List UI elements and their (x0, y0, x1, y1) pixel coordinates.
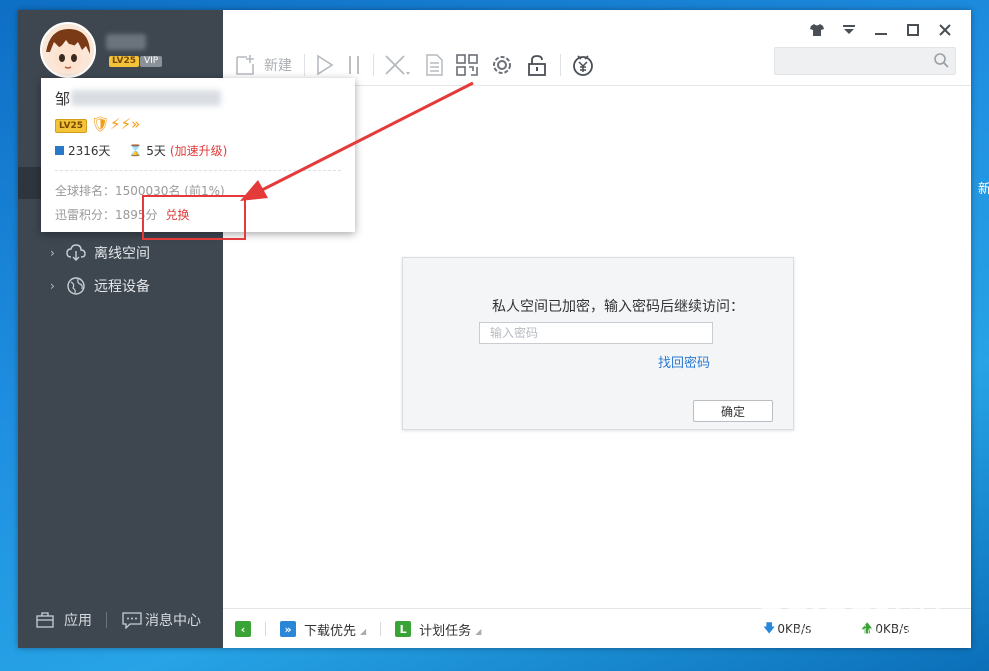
remaining-days: 5天 (146, 144, 166, 158)
download-priority-button[interactable]: » 下载优先 ◢ (280, 620, 366, 639)
lock-icon (528, 55, 546, 76)
maximize-button[interactable] (897, 20, 929, 40)
private-space-lock-button[interactable] (526, 54, 548, 76)
search-icon[interactable] (933, 52, 949, 68)
close-icon (939, 24, 951, 36)
chevron-right-icon: › (50, 246, 55, 260)
minimize-button[interactable] (865, 20, 897, 40)
hourglass-icon: ⌛ (128, 144, 143, 157)
file-properties-button[interactable] (424, 54, 444, 76)
menu-dropdown-icon (843, 25, 855, 34)
sidebar-item-remote-devices[interactable]: › 远程设备 (50, 274, 150, 298)
dropdown-triangle-icon: ◢ (475, 626, 482, 636)
message-center-button[interactable]: 消息中心 (121, 610, 201, 630)
scheduled-tasks-button[interactable]: L 计划任务 ◢ (395, 620, 481, 639)
level-badge: LV25 (109, 56, 139, 67)
thunder-window: LV25 VIP › 离线空间 › 远程设备 应用 消息中心 邹 LV25 🛡⚡… (18, 10, 971, 648)
apps-box-icon (36, 612, 54, 628)
delete-button[interactable] (384, 54, 412, 76)
start-button[interactable] (315, 54, 335, 76)
password-input[interactable] (479, 322, 713, 344)
chat-bubble-icon (122, 612, 142, 629)
baidu-watermark: Baidu经验 (758, 579, 946, 620)
member-days: 2316天 (68, 144, 111, 158)
minimize-icon (875, 33, 887, 35)
annotation-highlight-box (142, 195, 246, 240)
shield-medal-icon: 🛡 (91, 115, 111, 133)
play-icon (317, 54, 334, 76)
divider (373, 54, 374, 76)
apps-label: 应用 (64, 613, 92, 629)
level-badge: LV25 (55, 119, 87, 133)
private-space-dialog: 私人空间已加密，输入密码后继续访问： 找回密码 确定 (402, 257, 794, 430)
apps-button[interactable]: 应用 (36, 610, 92, 630)
new-task-button[interactable]: 新建 (234, 54, 292, 76)
membership-stats: 2316天 ⌛ 5天 (加速升级) (55, 142, 227, 159)
chevron-right-icon: › (50, 279, 55, 293)
user-name: 邹 (55, 90, 71, 108)
sidebar-item-label: 远程设备 (94, 279, 150, 295)
avatar-image (42, 24, 94, 76)
avatar[interactable] (40, 22, 96, 78)
qr-code-button[interactable] (456, 54, 478, 76)
vip-badge: VIP (140, 56, 163, 67)
schedule-icon: L (395, 621, 412, 637)
new-task-icon (236, 55, 254, 75)
chevron-rank-icon: » (131, 115, 141, 133)
file-icon (426, 54, 443, 76)
baidu-watermark-url: jingyan.baidu.com (790, 624, 920, 640)
medal-icons: 🛡⚡⚡» (91, 115, 140, 133)
message-center-label: 消息中心 (145, 613, 201, 629)
double-chevron-down-icon: » (280, 621, 296, 637)
divider (380, 622, 382, 636)
new-task-label: 新建 (264, 58, 292, 74)
lightning-icon: ⚡ (120, 115, 132, 133)
sidebar-bottom-bar: 应用 消息中心 (18, 608, 223, 632)
encrypted-message: 私人空间已加密，输入密码后继续访问： (492, 299, 744, 315)
qr-icon (456, 54, 478, 76)
divider (560, 54, 561, 76)
sidebar-item-offline-space[interactable]: › 离线空间 (50, 241, 150, 265)
speed-upgrade-link[interactable]: (加速升级) (170, 142, 227, 159)
desktop-edge-text: 新 (978, 182, 989, 197)
chevron-left-icon: ‹ (235, 621, 251, 637)
globe-icon (67, 277, 85, 295)
download-priority-label: 下载优先 (304, 623, 357, 639)
speed-settings-button[interactable] (490, 53, 514, 77)
lightning-icon: ⚡ (110, 115, 121, 133)
recover-password-link[interactable]: 找回密码 (658, 352, 710, 371)
delete-icon (385, 55, 410, 75)
scheduled-tasks-label: 计划任务 (419, 623, 472, 639)
divider (55, 170, 341, 171)
collapse-sidebar-button[interactable]: ‹ (235, 621, 251, 637)
search-input[interactable] (774, 47, 956, 75)
divider (106, 612, 107, 628)
window-controls (801, 20, 961, 40)
maximize-icon (907, 24, 919, 36)
skin-button[interactable] (801, 20, 833, 40)
cloud-download-icon (66, 244, 86, 261)
divider (265, 622, 266, 636)
yuan-icon (573, 55, 593, 76)
shirt-icon (810, 24, 824, 36)
username-blurred (106, 34, 146, 50)
sidebar-active-indicator (18, 167, 42, 199)
pause-button[interactable] (347, 54, 361, 76)
dropdown-triangle-icon: ◢ (360, 626, 367, 636)
divider (304, 54, 305, 76)
settings-icon (493, 56, 511, 74)
wallet-button[interactable] (571, 53, 595, 77)
toolbar: 新建 (234, 50, 607, 80)
calendar-square-icon (55, 146, 64, 155)
confirm-button[interactable]: 确定 (693, 400, 773, 422)
pause-icon (349, 56, 359, 74)
user-name-blurred (71, 90, 221, 106)
close-button[interactable] (929, 20, 961, 40)
sidebar-item-label: 离线空间 (94, 246, 150, 262)
menu-button[interactable] (833, 20, 865, 40)
